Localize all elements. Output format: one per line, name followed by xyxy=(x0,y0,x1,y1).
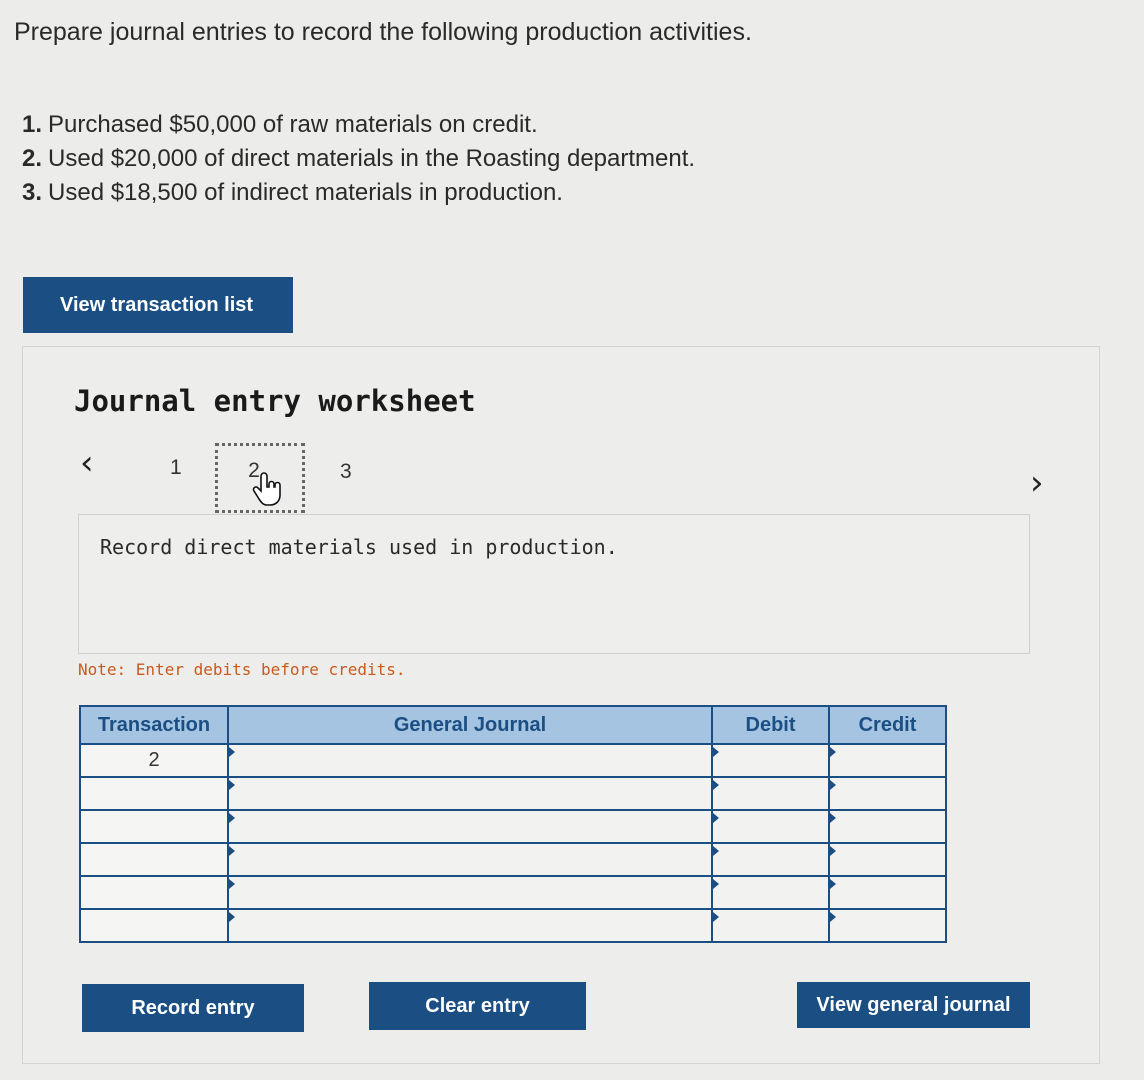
account-input[interactable] xyxy=(229,877,711,908)
debit-input[interactable] xyxy=(713,745,828,776)
dropdown-marker-icon xyxy=(229,747,235,757)
credit-cell[interactable] xyxy=(828,842,947,877)
task-text: Used $18,500 of indirect materials in pr… xyxy=(48,179,563,206)
instruction-text: Record direct materials used in producti… xyxy=(100,535,618,559)
transaction-cell: 2 xyxy=(79,743,229,778)
debit-input[interactable] xyxy=(713,844,828,875)
header-debit: Debit xyxy=(711,705,830,745)
account-input[interactable] xyxy=(229,910,711,941)
transaction-cell xyxy=(79,908,229,943)
debit-input[interactable] xyxy=(713,778,828,809)
chevron-left-icon[interactable]: ‹ xyxy=(80,446,94,480)
task-text: Purchased $50,000 of raw materials on cr… xyxy=(48,111,538,138)
dropdown-marker-icon xyxy=(713,747,719,757)
dropdown-marker-icon xyxy=(713,846,719,856)
record-entry-button[interactable]: Record entry xyxy=(82,984,304,1032)
account-input[interactable] xyxy=(229,778,711,809)
debit-cell[interactable] xyxy=(711,809,830,844)
task-number: 1. xyxy=(22,111,43,138)
transaction-cell xyxy=(79,842,229,877)
debit-cell[interactable] xyxy=(711,842,830,877)
worksheet-title: Journal entry worksheet xyxy=(74,384,476,418)
dropdown-marker-icon xyxy=(830,780,836,790)
header-general-journal: General Journal xyxy=(227,705,713,745)
page-3-link[interactable]: 3 xyxy=(340,460,352,484)
account-cell[interactable] xyxy=(227,842,713,877)
task-list: 1. Purchased $50,000 of raw materials on … xyxy=(22,108,695,210)
dropdown-marker-icon xyxy=(229,813,235,823)
debit-cell[interactable] xyxy=(711,875,830,910)
debit-input[interactable] xyxy=(713,877,828,908)
debit-cell[interactable] xyxy=(711,743,830,778)
view-general-journal-button[interactable]: View general journal xyxy=(797,982,1030,1028)
dropdown-marker-icon xyxy=(713,813,719,823)
transaction-cell xyxy=(79,809,229,844)
account-cell[interactable] xyxy=(227,776,713,811)
credit-cell[interactable] xyxy=(828,908,947,943)
credit-cell[interactable] xyxy=(828,809,947,844)
dropdown-marker-icon xyxy=(713,879,719,889)
account-input[interactable] xyxy=(229,811,711,842)
dropdown-marker-icon xyxy=(830,879,836,889)
credit-cell[interactable] xyxy=(828,743,947,778)
dropdown-marker-icon xyxy=(830,813,836,823)
task-number: 3. xyxy=(22,179,43,206)
debit-input[interactable] xyxy=(713,811,828,842)
dropdown-marker-icon xyxy=(830,912,836,922)
debit-cell[interactable] xyxy=(711,908,830,943)
task-text: Used $20,000 of direct materials in the … xyxy=(48,145,696,172)
table-header-row: Transaction General Journal Debit Credit xyxy=(79,705,947,745)
page-1-link[interactable]: 1 xyxy=(170,456,182,480)
clear-entry-button[interactable]: Clear entry xyxy=(369,982,586,1030)
credit-cell[interactable] xyxy=(828,875,947,910)
table-row xyxy=(79,908,947,943)
credit-cell[interactable] xyxy=(828,776,947,811)
table-row xyxy=(79,842,947,877)
dropdown-marker-icon xyxy=(229,912,235,922)
account-cell[interactable] xyxy=(227,908,713,943)
account-cell[interactable] xyxy=(227,743,713,778)
credit-input[interactable] xyxy=(830,877,945,908)
transaction-cell xyxy=(79,776,229,811)
dropdown-marker-icon xyxy=(229,846,235,856)
header-transaction: Transaction xyxy=(79,705,229,745)
note-text: Note: Enter debits before credits. xyxy=(78,660,406,679)
credit-input[interactable] xyxy=(830,745,945,776)
dropdown-marker-icon xyxy=(229,879,235,889)
debit-cell[interactable] xyxy=(711,776,830,811)
dropdown-marker-icon xyxy=(713,912,719,922)
credit-input[interactable] xyxy=(830,811,945,842)
task-number: 2. xyxy=(22,145,43,172)
prompt-text: Prepare journal entries to record the fo… xyxy=(14,18,752,46)
table-row xyxy=(79,776,947,811)
table-row: 2 xyxy=(79,743,947,778)
credit-input[interactable] xyxy=(830,778,945,809)
dropdown-marker-icon xyxy=(229,780,235,790)
dropdown-marker-icon xyxy=(830,747,836,757)
transaction-cell xyxy=(79,875,229,910)
account-cell[interactable] xyxy=(227,809,713,844)
header-credit: Credit xyxy=(828,705,947,745)
dropdown-marker-icon xyxy=(830,846,836,856)
credit-input[interactable] xyxy=(830,910,945,941)
task-item: 3. Used $18,500 of indirect materials in … xyxy=(22,176,695,210)
table-row xyxy=(79,809,947,844)
hand-cursor-icon xyxy=(252,472,281,506)
view-transaction-list-button[interactable]: View transaction list xyxy=(23,277,293,333)
journal-table: Transaction General Journal Debit Credit… xyxy=(79,705,947,943)
debit-input[interactable] xyxy=(713,910,828,941)
account-cell[interactable] xyxy=(227,875,713,910)
task-item: 1. Purchased $50,000 of raw materials on … xyxy=(22,108,695,142)
dropdown-marker-icon xyxy=(713,780,719,790)
chevron-right-icon[interactable]: › xyxy=(1030,466,1044,500)
credit-input[interactable] xyxy=(830,844,945,875)
account-input[interactable] xyxy=(229,745,711,776)
table-row xyxy=(79,875,947,910)
account-input[interactable] xyxy=(229,844,711,875)
task-item: 2. Used $20,000 of direct materials in th… xyxy=(22,142,695,176)
